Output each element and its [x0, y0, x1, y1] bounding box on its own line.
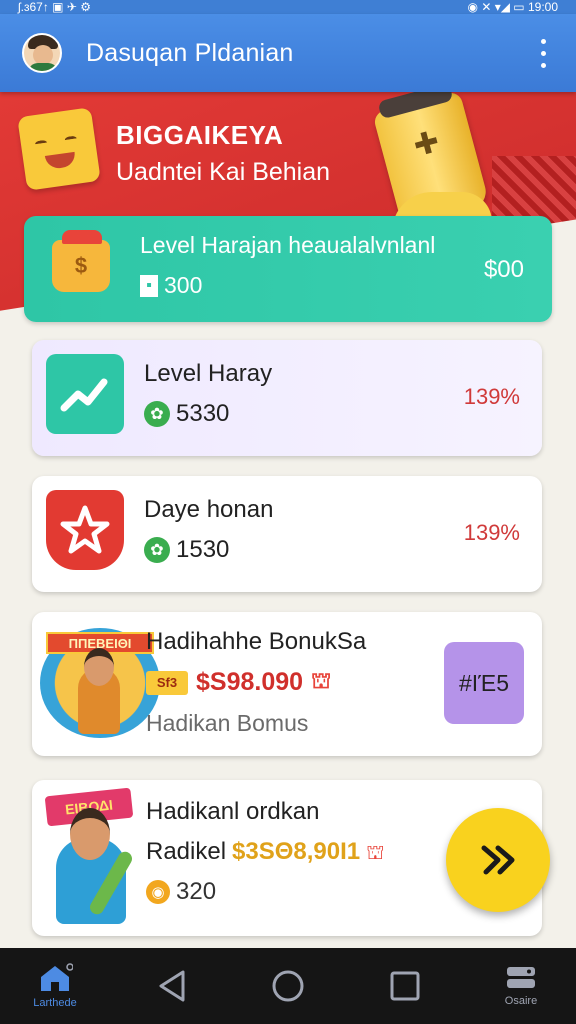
- nav-back[interactable]: [137, 969, 207, 1003]
- daily-card-percent: 139%: [463, 520, 520, 545]
- gift-icon: ⛫: [311, 668, 332, 693]
- more-options-icon[interactable]: [532, 35, 554, 71]
- status-icons-left: ʃ.ɜ67↑ ▣ ✈ ⚙: [18, 0, 92, 14]
- nav-home-label: Larthede: [33, 997, 77, 1009]
- bonus-badge-button[interactable]: #ΙΈ5: [444, 642, 524, 724]
- lock-icon: ▪: [140, 274, 158, 297]
- hero-subtitle: Uadntei Kai Behian: [116, 158, 331, 186]
- recents-square-icon: [389, 970, 421, 1002]
- bonus-label: Hadikan Bomus: [146, 710, 309, 736]
- laughing-emoji-icon: [17, 107, 101, 191]
- level-card[interactable]: Level Haray ✿ 5330 139%: [32, 340, 542, 456]
- reward-coins-value: 320: [176, 878, 217, 905]
- status-icons-right: ◉ ✕ ▾◢ ▭ 19:00: [467, 0, 558, 14]
- jar-lid: [377, 92, 454, 120]
- status-bar: ʃ.ɜ67↑ ▣ ✈ ⚙ ◉ ✕ ▾◢ ▭ 19:00: [0, 0, 576, 14]
- nav-home-circle[interactable]: [253, 969, 323, 1003]
- daily-card[interactable]: Daye honan ✿ 1530 139%: [32, 476, 542, 592]
- avatar-face: [33, 45, 53, 65]
- reward-prefix: Radikel: [146, 838, 227, 865]
- hero-title: BΙGGAIKEYA: [116, 120, 284, 150]
- stack-icon: [505, 965, 537, 991]
- nav-home[interactable]: Larthede: [20, 963, 90, 1009]
- nav-more[interactable]: Osaire: [486, 965, 556, 1007]
- reward-title: Hadikanl ordkan: [146, 798, 320, 825]
- level-card-title: Level Haray: [144, 360, 273, 387]
- star-app-icon: [46, 490, 124, 570]
- bonus-card[interactable]: ΠΠΕΒΕΙΘΙ Hadihahhe BonukSa Sf3 $S98.090 …: [32, 612, 542, 756]
- featured-points-value: 300: [164, 272, 203, 298]
- avatar-shirt: [28, 63, 58, 71]
- coin-icon: ✿: [144, 401, 170, 427]
- bonus-price-value: $S98.090: [196, 668, 304, 696]
- reward-coins: ◉ 320: [146, 878, 216, 906]
- avatar[interactable]: [22, 33, 62, 73]
- price-tag-icon: Sf3: [146, 670, 188, 695]
- level-card-coins-value: 5330: [176, 400, 230, 427]
- bonus-illustration: ΠΠΕΒΕΙΘΙ: [40, 628, 160, 738]
- swap-arrow-icon: [481, 845, 515, 875]
- level-card-percent: 139%: [463, 384, 520, 409]
- featured-title: Level Harajan heaualalvnlanl: [140, 232, 436, 258]
- home-icon: [37, 963, 73, 993]
- bonus-price: Sf3 $S98.090 ⛫: [146, 668, 331, 697]
- app-bar: Dasuqan Pldanian: [0, 14, 576, 92]
- bonus-title: Hadihahhe BonukSa: [146, 628, 367, 655]
- floating-action-button[interactable]: [446, 808, 550, 912]
- emoji-eye-right: [64, 135, 78, 144]
- emoji-eye-left: [34, 139, 48, 148]
- jar-cross-icon: ✚: [410, 124, 443, 164]
- nav-recents[interactable]: [370, 970, 440, 1002]
- coin-icon: ✿: [144, 537, 170, 563]
- person-illustration: [78, 648, 120, 734]
- featured-amount: $00: [483, 256, 524, 283]
- nav-more-label: Osaire: [504, 995, 538, 1007]
- reward-price: Radikel $3SΘ8,90Ι1 ⛫: [146, 838, 385, 867]
- trend-chart-icon: [46, 354, 124, 434]
- back-triangle-icon: [157, 969, 187, 1003]
- emoji-mouth: [44, 151, 77, 170]
- reward-price-value: $3SΘ8,90Ι1: [232, 838, 361, 865]
- gift-box-icon: $: [52, 230, 110, 292]
- daily-card-coins-value: 1530: [176, 536, 230, 563]
- daily-card-title: Daye honan: [144, 496, 274, 523]
- page-title: Dasuqan Pldanian: [86, 38, 294, 67]
- featured-level-card[interactable]: $ Level Harajan heaualalvnlanl ▪ 300 $00: [24, 216, 552, 322]
- coin-icon: ◉: [146, 880, 170, 904]
- daily-card-coins: ✿ 1530: [144, 536, 229, 564]
- gift-icon: ⛫: [366, 842, 385, 864]
- home-circle-icon: [271, 969, 305, 1003]
- featured-points: ▪ 300: [140, 272, 202, 299]
- level-card-coins: ✿ 5330: [144, 400, 229, 428]
- bottom-navigation: Larthede Osaire: [0, 948, 576, 1024]
